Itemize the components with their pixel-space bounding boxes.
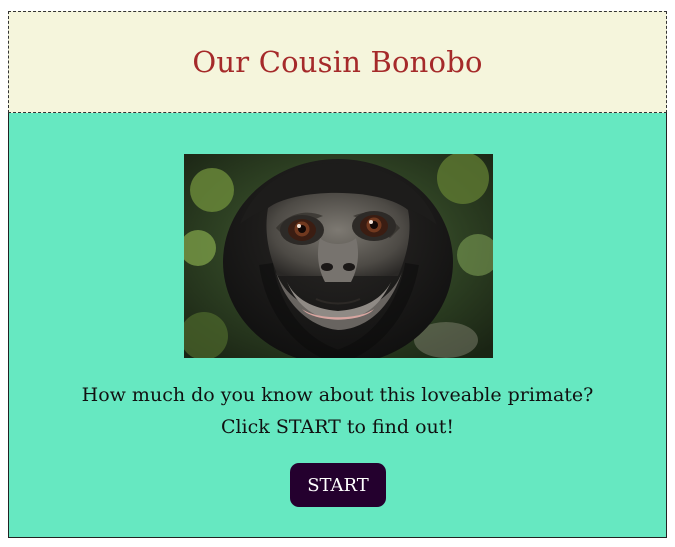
intro-instruction: Click START to find out! (220, 416, 455, 438)
page: Our Cousin Bonobo How much do you know a… (0, 0, 675, 547)
page-title: Our Cousin Bonobo (192, 45, 483, 79)
quiz-intro-panel: How much do you know about this loveable… (8, 113, 667, 538)
bonobo-photo (184, 154, 493, 358)
header: Our Cousin Bonobo (8, 11, 667, 113)
start-button[interactable]: START (290, 463, 386, 507)
intro-question: How much do you know about this loveable… (81, 384, 594, 406)
intro-text: How much do you know about this loveable… (9, 379, 666, 443)
bonobo-illustration (184, 154, 493, 358)
